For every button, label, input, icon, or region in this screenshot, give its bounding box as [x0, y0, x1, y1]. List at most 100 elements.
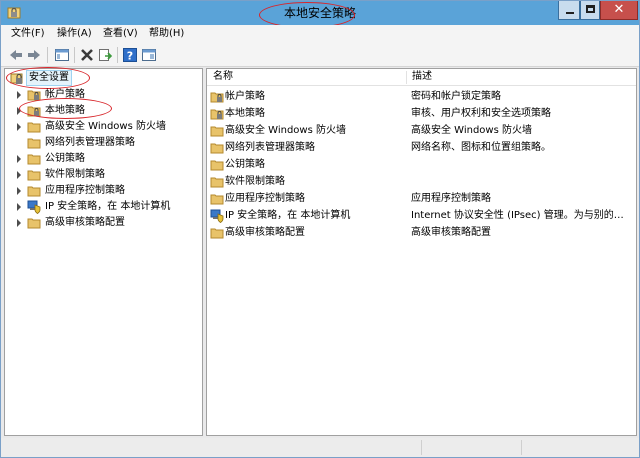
toolbar: ? [1, 43, 639, 67]
menu-action[interactable]: 操作(A) [57, 25, 92, 43]
folder-icon [210, 194, 224, 205]
tree-item-label: 高级安全 Windows 防火墙 [45, 121, 166, 132]
list-cell-name: 应用程序控制策略 [225, 193, 305, 204]
list-cell-name: 高级安全 Windows 防火墙 [225, 125, 346, 136]
list-row-advanced-audit[interactable]: 高级审核策略配置 高级审核策略配置 [207, 224, 636, 241]
maximize-icon [586, 5, 595, 13]
list-cell-name: IP 安全策略，在 本地计算机 [225, 210, 351, 221]
folder-icon [210, 143, 224, 154]
folder-icon [27, 154, 41, 165]
list-cell-name: 网络列表管理器策略 [225, 142, 315, 153]
expand-arrow-icon[interactable] [17, 123, 21, 131]
delete-icon[interactable] [79, 47, 95, 63]
minimize-icon [566, 12, 574, 14]
column-header-name[interactable]: 名称 [213, 69, 233, 85]
list-row-ip-security[interactable]: IP 安全策略，在 本地计算机 Internet 协议安全性 (IPsec) 管… [207, 207, 636, 224]
title-bar[interactable]: 本地安全策略 ✕ [1, 1, 639, 28]
folder-icon [27, 122, 41, 133]
status-segment [421, 440, 521, 455]
list-cell-description [411, 173, 633, 190]
list-row-account-policies[interactable]: 帐户策略 密码和帐户锁定策略 [207, 88, 636, 105]
folder-lock-icon [210, 92, 224, 103]
list-cell-name: 帐户策略 [225, 91, 265, 102]
list-cell-description: 高级安全 Windows 防火墙 [411, 125, 532, 136]
status-segment [521, 440, 638, 455]
list-row-public-key-policies[interactable]: 公钥策略 [207, 156, 636, 173]
list-cell-description: 密码和帐户锁定策略 [411, 91, 501, 102]
folder-icon [27, 186, 41, 197]
folder-icon [210, 177, 224, 188]
expand-arrow-icon[interactable] [17, 203, 21, 211]
list-row-application-control[interactable]: 应用程序控制策略 应用程序控制策略 [207, 190, 636, 207]
list-cell-description: Internet 协议安全性 (IPsec) 管理。为与别的… [411, 210, 624, 221]
tree-item-label: 软件限制策略 [45, 169, 105, 180]
menu-help[interactable]: 帮助(H) [149, 25, 184, 43]
close-button[interactable]: ✕ [600, 1, 638, 20]
expand-arrow-icon[interactable] [17, 155, 21, 163]
tree-item-public-key-policies[interactable]: 公钥策略 [5, 151, 202, 167]
folder-icon [210, 160, 224, 171]
list-cell-description: 高级审核策略配置 [411, 227, 491, 238]
list-cell-name: 软件限制策略 [225, 176, 285, 187]
svg-text:?: ? [127, 50, 133, 63]
expand-arrow-icon[interactable] [17, 187, 21, 195]
tree-item-software-restriction[interactable]: 软件限制策略 [5, 167, 202, 183]
maximize-button[interactable] [580, 1, 600, 20]
tree-item-windows-firewall[interactable]: 高级安全 Windows 防火墙 [5, 119, 202, 135]
export-list-icon[interactable] [97, 47, 113, 63]
toolbar-separator [74, 47, 75, 63]
help-icon[interactable]: ? [122, 47, 138, 63]
forward-icon[interactable] [26, 47, 42, 63]
menu-bar: 文件(F) 操作(A) 查看(V) 帮助(H) [1, 25, 639, 43]
list-cell-name: 本地策略 [225, 108, 265, 119]
toolbar-separator [117, 47, 118, 63]
ip-security-icon [27, 200, 41, 214]
minimize-button[interactable] [558, 1, 580, 20]
folder-icon [27, 138, 41, 149]
console-tree-icon[interactable] [54, 47, 70, 63]
tree-item-application-control[interactable]: 应用程序控制策略 [5, 183, 202, 199]
status-bar [1, 438, 639, 457]
list-cell-description: 审核、用户权利和安全选项策略 [411, 108, 551, 119]
expand-arrow-icon[interactable] [17, 91, 21, 99]
list-cell-name: 高级审核策略配置 [225, 227, 305, 238]
folder-lock-icon [210, 109, 224, 120]
details-list-pane: 名称 描述 帐户策略 密码和帐户锁定策略 本地策略 审核、用户权利和安全选项策略 [206, 68, 637, 436]
expand-arrow-icon[interactable] [17, 219, 21, 227]
root-annotation-ellipse [6, 67, 90, 89]
menu-view[interactable]: 查看(V) [103, 25, 138, 43]
list-row-software-restriction[interactable]: 软件限制策略 [207, 173, 636, 190]
list-row-local-policies[interactable]: 本地策略 审核、用户权利和安全选项策略 [207, 105, 636, 122]
tree-item-ip-security[interactable]: IP 安全策略，在 本地计算机 [5, 199, 202, 215]
folder-icon [27, 218, 41, 229]
column-header-description[interactable]: 描述 [412, 69, 432, 85]
back-icon[interactable] [8, 47, 24, 63]
tree-item-label: 公钥策略 [45, 153, 85, 164]
folder-icon [210, 228, 224, 239]
tree-item-label: IP 安全策略，在 本地计算机 [45, 201, 171, 212]
column-divider[interactable] [406, 71, 407, 84]
close-icon: ✕ [613, 2, 625, 17]
properties-icon[interactable] [141, 47, 157, 63]
menu-file[interactable]: 文件(F) [11, 25, 45, 43]
tree-item-advanced-audit[interactable]: 高级审核策略配置 [5, 215, 202, 231]
console-tree-pane: 安全设置 帐户策略 本地策略 高级安全 Windows 防火墙 网络列表管理器策… [4, 67, 203, 436]
list-cell-description [411, 156, 633, 173]
folder-icon [27, 170, 41, 181]
folder-icon [210, 126, 224, 137]
list-cell-description: 应用程序控制策略 [411, 193, 491, 204]
list-row-network-list-manager[interactable]: 网络列表管理器策略 网络名称、图标和位置组策略。 [207, 139, 636, 156]
list-cell-name: 公钥策略 [225, 159, 265, 170]
list-cell-description: 网络名称、图标和位置组策略。 [411, 142, 551, 153]
tree-item-label: 网络列表管理器策略 [45, 137, 135, 148]
list-row-windows-firewall[interactable]: 高级安全 Windows 防火墙 高级安全 Windows 防火墙 [207, 122, 636, 139]
tree-item-network-list-manager[interactable]: 网络列表管理器策略 [5, 135, 202, 151]
tree-item-label: 高级审核策略配置 [45, 217, 125, 228]
ip-security-icon [210, 209, 224, 223]
local-policies-annotation-ellipse [19, 98, 112, 119]
tree-item-label: 应用程序控制策略 [45, 185, 125, 196]
expand-arrow-icon[interactable] [17, 171, 21, 179]
toolbar-separator [47, 47, 48, 63]
local-security-policy-window: 本地安全策略 ✕ 文件(F) 操作(A) 查看(V) 帮助(H) ? 安全设置 … [0, 0, 640, 458]
list-header: 名称 描述 [207, 69, 636, 86]
